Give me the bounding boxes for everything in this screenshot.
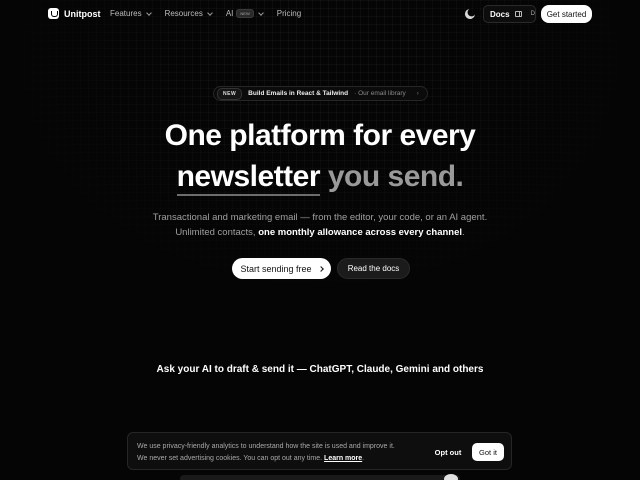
chevron-right-icon <box>317 265 324 272</box>
hero-heading-rest: you send. <box>327 160 464 193</box>
chevron-down-icon <box>206 9 213 16</box>
learn-more-link[interactable]: Learn more <box>324 455 362 462</box>
hero-subtitle-line2: Unlimited contacts, one monthly allowanc… <box>0 225 640 240</box>
hero-subtitle-line1: Transactional and marketing email — from… <box>152 212 488 223</box>
cookie-period: . <box>362 454 365 462</box>
nav-item-label: Resources <box>164 9 203 18</box>
cookie-text-line2-body: We never set advertising cookies. You ca… <box>137 454 323 462</box>
top-nav: Unitpost Features Resources AI NEW Prici… <box>0 0 640 28</box>
start-sending-label: Start sending free <box>240 263 312 274</box>
hero-subtitle-bold: one monthly allowance across every chann… <box>258 227 463 238</box>
hero-heading-line2: newsletter you send. <box>0 160 640 196</box>
docs-label: Docs <box>490 9 510 19</box>
announcement-title: Build Emails in React & Tailwind <box>248 90 349 97</box>
docs-shortcut-key: D <box>530 11 535 17</box>
cookie-banner: We use privacy-friendly analytics to und… <box>127 432 512 470</box>
bottom-toggle-knob <box>444 474 458 480</box>
chevron-right-icon: › <box>416 90 419 97</box>
hero-highlight-word: newsletter <box>176 160 321 196</box>
nav-links: Features Resources AI NEW Pricing <box>110 9 301 18</box>
docs-button[interactable]: Docs D <box>483 5 536 23</box>
hero-heading-line1: One platform for every <box>164 119 476 152</box>
new-badge: NEW <box>236 9 254 18</box>
announcement-pill[interactable]: NEW Build Emails in React & Tailwind · O… <box>213 86 428 101</box>
cookie-text-line1: We use privacy-friendly analytics to und… <box>137 443 395 450</box>
nav-item-resources[interactable]: Resources <box>164 9 213 18</box>
nav-item-label: AI <box>225 9 234 18</box>
ai-section-heading: Ask your AI to draft & send it — ChatGPT… <box>156 364 484 375</box>
bottom-input-bar <box>180 475 460 480</box>
moon-icon[interactable] <box>466 7 476 17</box>
hero-subtitle-pre: Unlimited contacts, <box>175 227 256 238</box>
opt-out-button[interactable]: Opt out <box>431 443 465 461</box>
new-badge: NEW <box>217 87 243 100</box>
logo-icon <box>48 8 59 19</box>
chevron-down-icon <box>145 9 152 16</box>
brand-logo[interactable]: Unitpost <box>48 8 101 19</box>
read-docs-button[interactable]: Read the docs <box>337 258 410 279</box>
nav-item-label: Features <box>110 9 142 18</box>
book-icon <box>514 11 522 17</box>
nav-item-label: Pricing <box>276 9 302 18</box>
nav-item-ai[interactable]: AI NEW <box>225 9 264 18</box>
nav-item-features[interactable]: Features <box>110 9 152 18</box>
nav-item-pricing[interactable]: Pricing <box>277 9 301 18</box>
chevron-down-icon <box>257 9 264 16</box>
start-sending-button[interactable]: Start sending free <box>232 258 331 279</box>
got-it-button[interactable]: Got it <box>472 443 504 461</box>
cookie-text-line2: We never set advertising cookies. You ca… <box>137 453 427 465</box>
hero-subtitle-post: . <box>462 227 465 238</box>
cookie-text: We use privacy-friendly analytics to und… <box>137 441 427 464</box>
announcement-subtitle: · Our email library <box>354 90 406 97</box>
brand-name: Unitpost <box>64 8 101 19</box>
get-started-button[interactable]: Get started <box>541 5 592 23</box>
